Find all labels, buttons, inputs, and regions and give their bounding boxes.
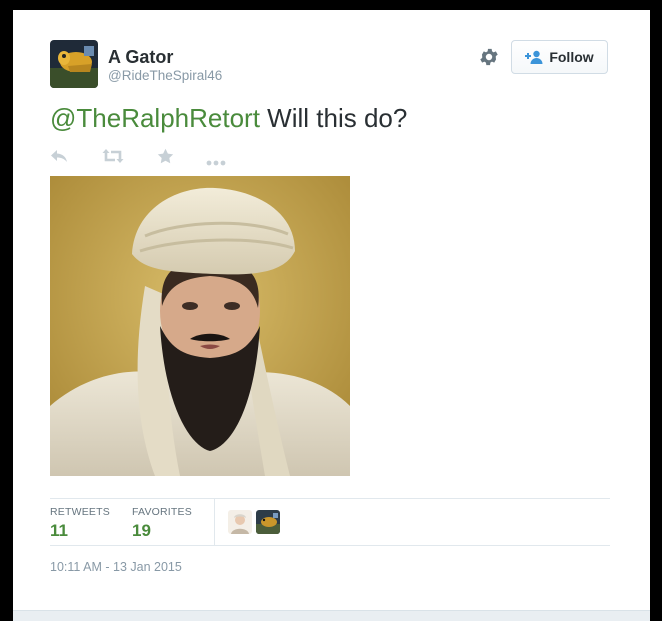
favoriter-avatar[interactable] xyxy=(228,510,252,534)
tweet-timestamp[interactable]: 10:11 AM - 13 Jan 2015 xyxy=(50,560,182,574)
user-avatar[interactable] xyxy=(50,40,98,88)
reply-area-strip xyxy=(13,610,650,621)
retweets-count: 11 xyxy=(50,521,68,540)
reply-icon[interactable] xyxy=(50,148,68,169)
user-display-name[interactable]: A Gator xyxy=(108,47,173,68)
tweet-text: @TheRalphRetort Will this do? xyxy=(50,103,407,134)
favorites-count: 19 xyxy=(132,521,151,540)
add-user-icon xyxy=(525,50,543,64)
favorite-star-icon[interactable] xyxy=(157,148,174,169)
retweet-icon[interactable] xyxy=(102,148,124,169)
stats-bottom-divider xyxy=(50,545,610,546)
stats-separator xyxy=(214,499,215,545)
retweets-label: RETWEETS xyxy=(50,506,110,518)
gear-icon[interactable] xyxy=(478,46,500,68)
follow-button[interactable]: Follow xyxy=(511,40,608,74)
tweet-card: A Gator @RideTheSpiral46 Follow @TheRalp… xyxy=(13,10,650,610)
follow-button-label: Follow xyxy=(549,49,594,65)
mention-link[interactable]: @TheRalphRetort xyxy=(50,103,260,133)
more-dots-icon[interactable] xyxy=(206,153,226,171)
user-handle[interactable]: @RideTheSpiral46 xyxy=(108,68,222,83)
favorites-stat[interactable]: FAVORITES 19 xyxy=(132,506,192,541)
tweet-actions xyxy=(50,148,250,170)
tweet-photo[interactable] xyxy=(50,176,350,476)
retweets-stat[interactable]: RETWEETS 11 xyxy=(50,506,110,541)
favoriter-avatar[interactable] xyxy=(256,510,280,534)
favorites-label: FAVORITES xyxy=(132,506,192,518)
tweet-body: Will this do? xyxy=(259,103,408,133)
stats-top-divider xyxy=(50,498,610,499)
